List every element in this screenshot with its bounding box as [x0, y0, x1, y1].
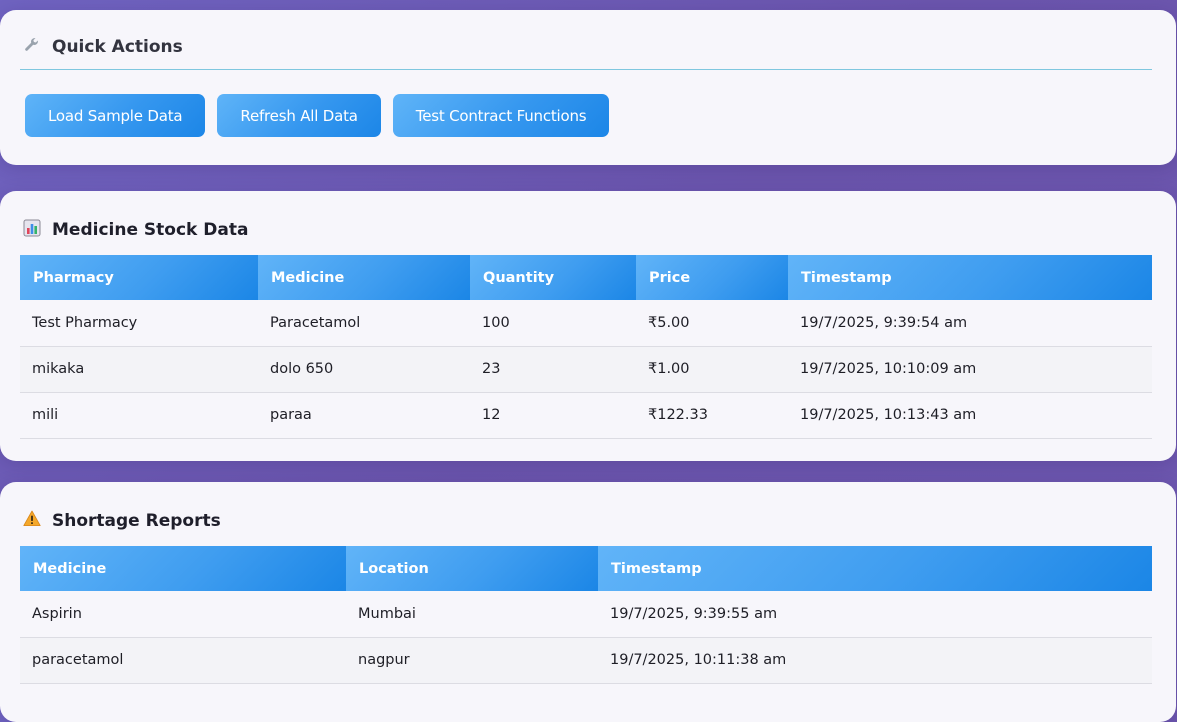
quick-actions-card: Quick Actions Load Sample Data Refresh A…	[0, 10, 1176, 165]
shortage-reports-table: Medicine Location Timestamp Aspirin Mumb…	[20, 546, 1152, 684]
cell-quantity: 100	[470, 300, 636, 347]
cell-quantity: 23	[470, 346, 636, 393]
table-header-row: Pharmacy Medicine Quantity Price Timesta…	[20, 255, 1152, 300]
shortage-reports-title: Shortage Reports	[52, 510, 221, 531]
column-header-medicine: Medicine	[258, 255, 470, 300]
shortage-reports-card: Shortage Reports Medicine Location Times…	[0, 482, 1176, 722]
warning-icon	[22, 510, 42, 531]
cell-medicine: dolo 650	[258, 346, 470, 393]
cell-quantity: 12	[470, 392, 636, 439]
cell-price: ₹1.00	[636, 346, 788, 393]
column-header-pharmacy: Pharmacy	[20, 255, 258, 300]
cell-timestamp: 19/7/2025, 9:39:55 am	[598, 591, 1152, 638]
refresh-all-data-button[interactable]: Refresh All Data	[217, 94, 381, 137]
medicine-stock-heading: Medicine Stock Data	[22, 219, 248, 241]
column-header-location: Location	[346, 546, 598, 591]
wrench-icon	[22, 36, 42, 58]
test-contract-functions-button[interactable]: Test Contract Functions	[392, 94, 610, 137]
cell-timestamp: 19/7/2025, 10:11:38 am	[598, 637, 1152, 684]
column-header-timestamp: Timestamp	[788, 255, 1152, 300]
column-header-quantity: Quantity	[470, 255, 636, 300]
cell-pharmacy: mili	[20, 392, 258, 439]
medicine-stock-title: Medicine Stock Data	[52, 220, 249, 240]
column-header-price: Price	[636, 255, 788, 300]
section-divider	[20, 69, 1152, 70]
cell-timestamp: 19/7/2025, 9:39:54 am	[788, 300, 1152, 347]
cell-medicine: Paracetamol	[258, 300, 470, 347]
table-row: Aspirin Mumbai 19/7/2025, 9:39:55 am	[20, 591, 1152, 638]
cell-medicine: Aspirin	[20, 591, 346, 638]
table-row: paracetamol nagpur 19/7/2025, 10:11:38 a…	[20, 637, 1152, 684]
quick-actions-buttons: Load Sample Data Refresh All Data Test C…	[25, 94, 610, 137]
cell-location: nagpur	[346, 637, 598, 684]
table-header-row: Medicine Location Timestamp	[20, 546, 1152, 591]
cell-location: Mumbai	[346, 591, 598, 638]
column-header-timestamp: Timestamp	[598, 546, 1152, 591]
medicine-stock-table: Pharmacy Medicine Quantity Price Timesta…	[20, 255, 1152, 439]
cell-price: ₹5.00	[636, 300, 788, 347]
cell-timestamp: 19/7/2025, 10:10:09 am	[788, 346, 1152, 393]
load-sample-data-button[interactable]: Load Sample Data	[25, 94, 206, 137]
cell-medicine: paraa	[258, 392, 470, 439]
shortage-reports-heading: Shortage Reports	[22, 510, 221, 531]
cell-pharmacy: mikaka	[20, 346, 258, 393]
quick-actions-heading: Quick Actions	[22, 36, 183, 58]
table-row: mili paraa 12 ₹122.33 19/7/2025, 10:13:4…	[20, 392, 1152, 439]
bar-chart-icon	[22, 219, 42, 241]
cell-price: ₹122.33	[636, 392, 788, 439]
cell-medicine: paracetamol	[20, 637, 346, 684]
table-row: Test Pharmacy Paracetamol 100 ₹5.00 19/7…	[20, 300, 1152, 347]
medicine-stock-card: Medicine Stock Data Pharmacy Medicine Qu…	[0, 191, 1176, 461]
quick-actions-title: Quick Actions	[52, 37, 183, 57]
table-row: mikaka dolo 650 23 ₹1.00 19/7/2025, 10:1…	[20, 346, 1152, 393]
cell-timestamp: 19/7/2025, 10:13:43 am	[788, 392, 1152, 439]
column-header-medicine: Medicine	[20, 546, 346, 591]
cell-pharmacy: Test Pharmacy	[20, 300, 258, 347]
